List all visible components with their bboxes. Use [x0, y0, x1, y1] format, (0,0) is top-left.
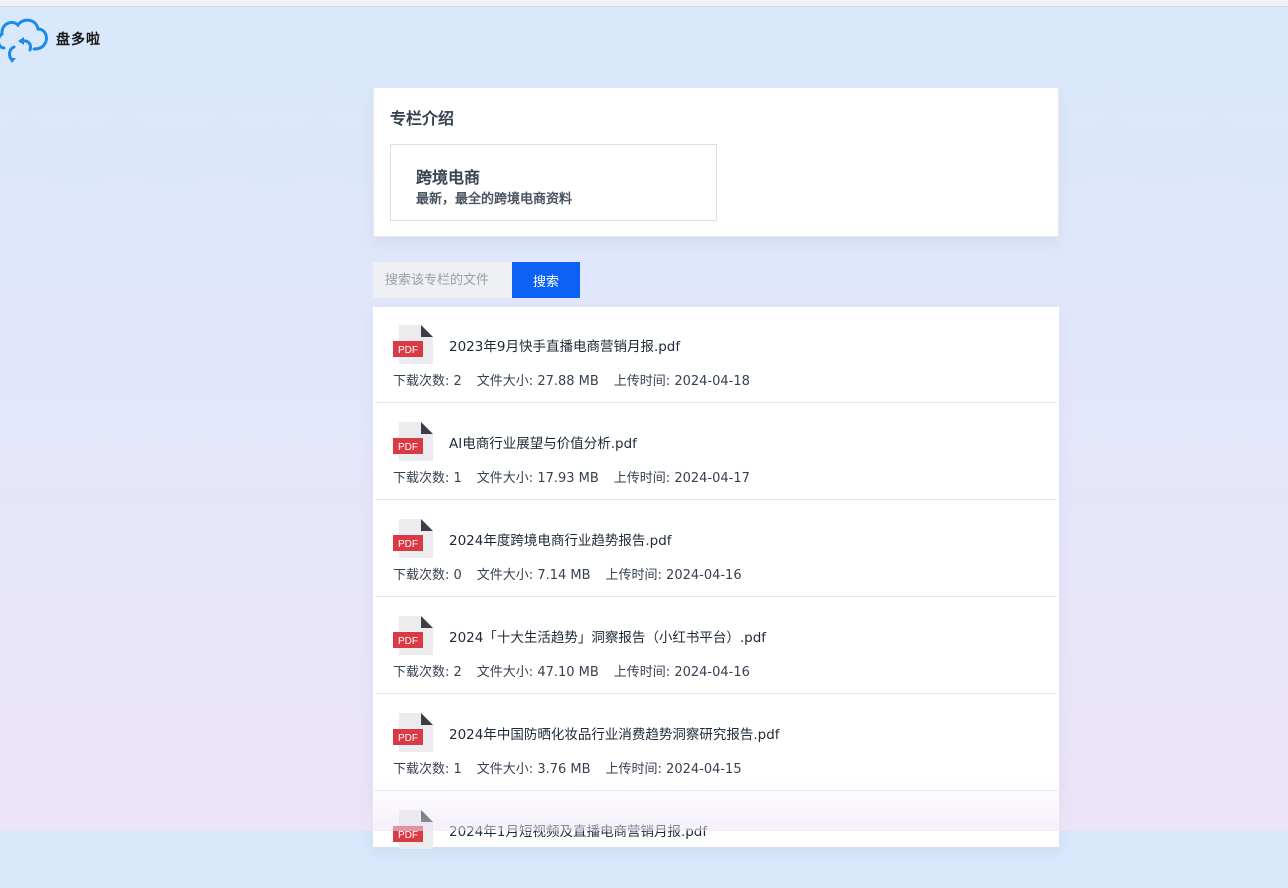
downloads-label: 下载次数: — [393, 471, 454, 486]
brand-name: 盘多啦 — [56, 32, 101, 48]
file-list-item[interactable]: PDF 2024年1月短视频及直播电商营销月报.pdf — [375, 792, 1057, 888]
column-intro-card: 专栏介绍 跨境电商 最新，最全的跨境电商资料 — [373, 87, 1059, 237]
column-info-box: 跨境电商 最新，最全的跨境电商资料 — [390, 144, 717, 221]
file-size: 17.93 MB — [537, 471, 599, 486]
pdf-icon: PDF — [393, 615, 433, 655]
file-meta: 下载次数: 2 文件大小: 47.10 MB 上传时间: 2024-04-16 — [393, 661, 765, 680]
download-count: 1 — [453, 471, 462, 486]
svg-text:PDF: PDF — [398, 733, 418, 744]
upload-date: 2024-04-17 — [674, 471, 750, 486]
file-size: 47.10 MB — [537, 665, 599, 680]
downloads-label: 下载次数: — [393, 568, 454, 583]
file-name: 2023年9月快手直播电商营销月报.pdf — [449, 339, 681, 355]
upload-label: 上传时间: — [613, 665, 675, 680]
file-size: 3.76 MB — [537, 762, 591, 777]
file-size: 27.88 MB — [537, 374, 599, 389]
file-meta: 下载次数: 1 文件大小: 17.93 MB 上传时间: 2024-04-17 — [393, 467, 765, 486]
upload-date: 2024-04-16 — [674, 665, 750, 680]
download-count: 2 — [453, 374, 462, 389]
size-label: 文件大小: — [476, 471, 538, 486]
upload-date: 2024-04-16 — [666, 568, 742, 583]
pdf-icon: PDF — [393, 518, 433, 558]
search-button[interactable]: 搜索 — [512, 262, 580, 298]
intro-title: 专栏介绍 — [390, 109, 455, 128]
pdf-icon: PDF — [393, 324, 433, 364]
svg-text:PDF: PDF — [398, 442, 418, 453]
svg-text:PDF: PDF — [398, 345, 418, 356]
downloads-label: 下载次数: — [393, 762, 454, 777]
download-count: 2 — [453, 665, 462, 680]
file-meta: 下载次数: 1 文件大小: 3.76 MB 上传时间: 2024-04-15 — [393, 758, 757, 777]
file-name: AI电商行业展望与价值分析.pdf — [449, 436, 637, 452]
file-list-item[interactable]: PDF 2024年中国防晒化妆品行业消费趋势洞察研究报告.pdf 下载次数: 1… — [375, 695, 1057, 791]
search-bar: 搜索 — [373, 262, 580, 298]
file-name: 2024年度跨境电商行业趋势报告.pdf — [449, 533, 672, 549]
size-label: 文件大小: — [476, 665, 538, 680]
site-logo[interactable]: 盘多啦 — [0, 14, 101, 64]
upload-label: 上传时间: — [605, 762, 667, 777]
upload-label: 上传时间: — [613, 471, 675, 486]
file-list: PDF 2023年9月快手直播电商营销月报.pdf 下载次数: 2 文件大小: … — [373, 307, 1059, 849]
column-description: 最新，最全的跨境电商资料 — [416, 192, 573, 207]
file-list-item[interactable]: PDF AI电商行业展望与价值分析.pdf 下载次数: 1 文件大小: 17.9… — [375, 404, 1057, 500]
svg-text:PDF: PDF — [398, 539, 418, 550]
upload-label: 上传时间: — [605, 568, 667, 583]
column-name: 跨境电商 — [416, 168, 481, 187]
file-list-item[interactable]: PDF 2024年度跨境电商行业趋势报告.pdf 下载次数: 0 文件大小: 7… — [375, 501, 1057, 597]
file-list-item[interactable]: PDF 2023年9月快手直播电商营销月报.pdf 下载次数: 2 文件大小: … — [375, 307, 1057, 403]
download-count: 0 — [453, 568, 462, 583]
size-label: 文件大小: — [476, 568, 538, 583]
size-label: 文件大小: — [476, 762, 538, 777]
browser-top-edge — [0, 0, 1288, 7]
file-name: 2024年1月短视频及直播电商营销月报.pdf — [449, 824, 708, 840]
search-input[interactable] — [373, 262, 512, 298]
pdf-icon: PDF — [393, 809, 433, 849]
pdf-icon: PDF — [393, 421, 433, 461]
downloads-label: 下载次数: — [393, 665, 454, 680]
upload-label: 上传时间: — [613, 374, 675, 389]
cloud-sync-icon — [0, 14, 50, 64]
file-list-item[interactable]: PDF 2024「十大生活趋势」洞察报告（小红书平台）.pdf 下载次数: 2 … — [375, 598, 1057, 694]
downloads-label: 下载次数: — [393, 374, 454, 389]
svg-text:PDF: PDF — [398, 830, 418, 841]
file-meta: 下载次数: 2 文件大小: 27.88 MB 上传时间: 2024-04-18 — [393, 370, 765, 389]
upload-date: 2024-04-18 — [674, 374, 750, 389]
svg-text:PDF: PDF — [398, 636, 418, 647]
upload-date: 2024-04-15 — [666, 762, 742, 777]
size-label: 文件大小: — [476, 374, 538, 389]
file-name: 2024「十大生活趋势」洞察报告（小红书平台）.pdf — [449, 630, 767, 646]
file-name: 2024年中国防晒化妆品行业消费趋势洞察研究报告.pdf — [449, 727, 780, 743]
download-count: 1 — [453, 762, 462, 777]
file-meta: 下载次数: 0 文件大小: 7.14 MB 上传时间: 2024-04-16 — [393, 564, 757, 583]
pdf-icon: PDF — [393, 712, 433, 752]
file-size: 7.14 MB — [537, 568, 591, 583]
